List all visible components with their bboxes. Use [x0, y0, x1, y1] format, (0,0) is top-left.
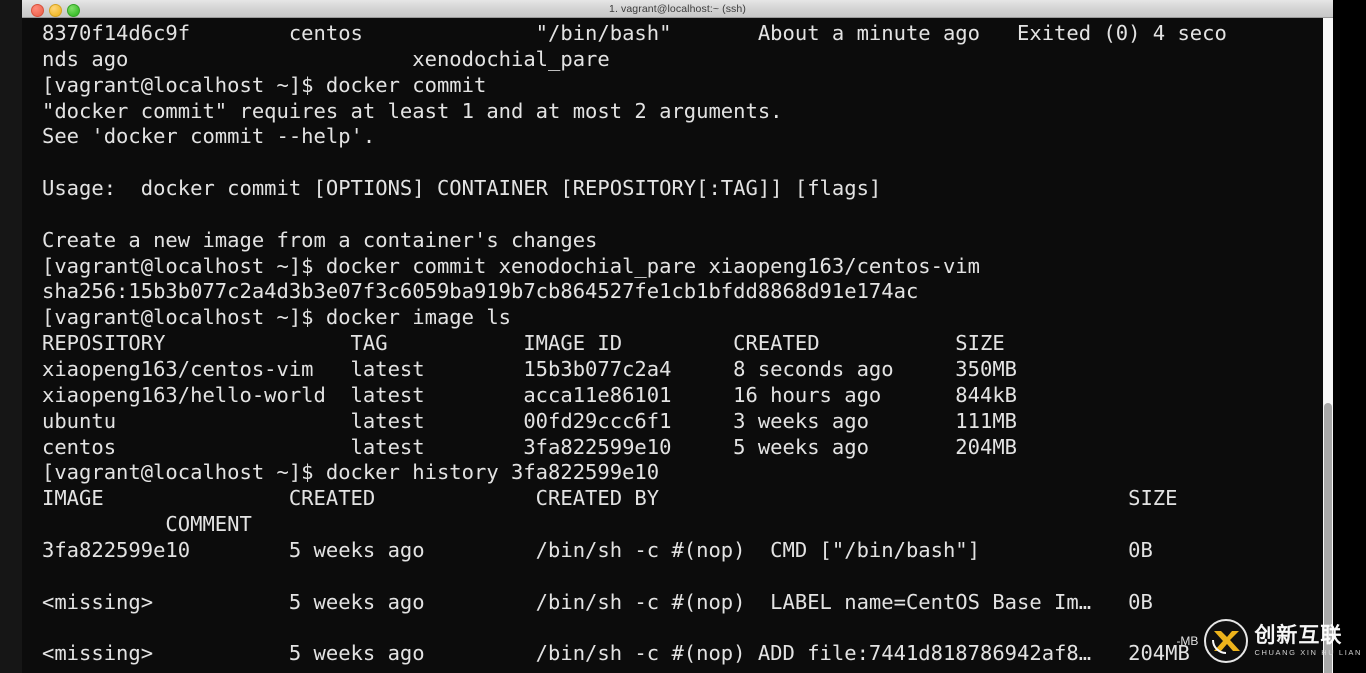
terminal-line: ubuntu latest 00fd29ccc6f1 3 weeks ago 1…	[42, 408, 1018, 433]
terminal-line: 8370f14d6c9f centos "/bin/bash" About a …	[42, 21, 1227, 45]
terminal-line: centos latest 3fa822599e10 5 weeks ago 2…	[42, 434, 1018, 459]
terminal-window: 1. vagrant@localhost:~ (ssh) 8370f14d6c9…	[22, 0, 1333, 673]
watermark-chinese: 创新互联	[1254, 623, 1343, 648]
screenshot-root: 1. vagrant@localhost:~ (ssh) 8370f14d6c9…	[0, 0, 1366, 673]
terminal-line: [vagrant@localhost ~]$ docker history 3f…	[42, 460, 660, 485]
terminal-line: 3fa822599e10 5 weeks ago /bin/sh -c #(no…	[42, 537, 1153, 562]
window-titlebar[interactable]: 1. vagrant@localhost:~ (ssh)	[22, 0, 1333, 18]
watermark-text-block: 创新互联 CHUANG XIN HU LIAN	[1254, 625, 1362, 657]
terminal-line: Create a new image from a container's ch…	[42, 227, 598, 252]
watermark-x-icon	[1204, 619, 1249, 663]
terminal-line: [vagrant@localhost ~]$ docker image ls	[42, 305, 511, 330]
terminal-line: sha256:15b3b077c2a4d3b3e07f3c6059ba919b7…	[42, 279, 919, 304]
terminal-line: "docker commit" requires at least 1 and …	[42, 98, 783, 123]
terminal-line: xiaopeng163/centos-vim latest 15b3b077c2…	[42, 356, 1018, 381]
watermark-pinyin: CHUANG XIN HU LIAN	[1254, 648, 1362, 658]
terminal-output-area[interactable]: 8370f14d6c9f centos "/bin/bash" About a …	[22, 18, 1333, 673]
scrollbar-track[interactable]	[1323, 18, 1333, 673]
terminal-line: COMMENT	[42, 512, 252, 537]
terminal-text: 8370f14d6c9f centos "/bin/bash" About a …	[42, 21, 1333, 667]
terminal-line: See 'docker commit --help'.	[42, 124, 376, 149]
terminal-line: [vagrant@localhost ~]$ docker commit	[42, 72, 487, 97]
terminal-line: REPOSITORY TAG IMAGE ID CREATED SIZE	[42, 331, 1005, 356]
terminal-line: [vagrant@localhost ~]$ docker commit xen…	[42, 253, 980, 278]
terminal-line: <missing> 5 weeks ago /bin/sh -c #(nop) …	[42, 641, 1190, 666]
terminal-line: <missing> 5 weeks ago /bin/sh -c #(nop) …	[42, 589, 1153, 614]
window-title: 1. vagrant@localhost:~ (ssh)	[609, 3, 746, 15]
watermark-partial-text: -MB	[1176, 634, 1199, 648]
terminal-line: IMAGE CREATED CREATED BY SIZE	[42, 486, 1178, 511]
terminal-line: nds ago xenodochial_pare	[42, 46, 610, 71]
watermark-logo: -MB 创新互联 CHUANG XIN HU LIAN	[1176, 617, 1362, 665]
terminal-line: Usage: docker commit [OPTIONS] CONTAINER…	[42, 176, 882, 201]
terminal-line: xiaopeng163/hello-world latest acca11e86…	[42, 382, 1018, 407]
desktop-left-margin	[0, 0, 22, 673]
